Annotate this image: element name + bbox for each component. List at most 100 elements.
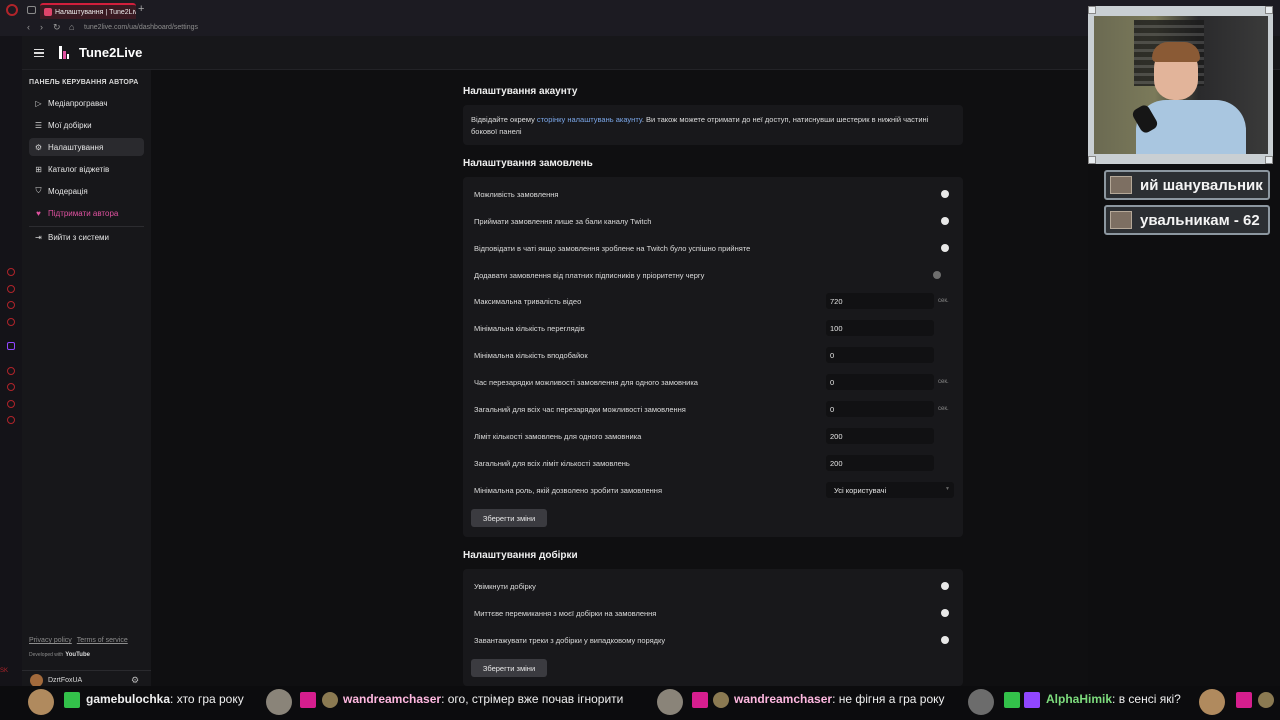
global-limit-input[interactable]: 200: [826, 455, 934, 471]
sidebar-item-logout[interactable]: ⇥ Вийти з системи: [29, 228, 144, 246]
twitch-icon[interactable]: [7, 342, 15, 350]
chat-avatar: [968, 689, 994, 715]
sk-icon: SK: [0, 668, 9, 674]
sidebar-item-settings[interactable]: ⚙ Налаштування: [29, 138, 144, 156]
goal-text: увальникам - 62: [1140, 212, 1260, 229]
chat-username: wandreamchaser: [343, 692, 442, 706]
max-duration-input[interactable]: 720: [826, 293, 934, 309]
sidebar-app-icon[interactable]: [7, 285, 15, 293]
account-settings-icon[interactable]: ⚙: [131, 675, 139, 686]
youtube-logo: YouTube: [65, 652, 90, 658]
account-settings-link[interactable]: сторінку налаштувань акаунту: [537, 115, 642, 124]
frame-corner: [1088, 156, 1096, 164]
setting-row: Увімкнути добірку: [474, 578, 954, 594]
setting-row: Завантажувати треки з добірки у випадков…: [474, 632, 954, 648]
history-icon[interactable]: [7, 383, 15, 391]
chat-reply-toggle[interactable]: [931, 242, 951, 254]
chat-text: в сенсі які?: [1118, 692, 1181, 706]
sidebar-item-moderation[interactable]: ⛉ Модерація: [29, 182, 144, 200]
browser-sidebar: [0, 36, 22, 686]
sidebar-item-label: Вийти з системи: [48, 232, 109, 242]
ordering-enabled-toggle[interactable]: [931, 188, 951, 200]
unit-label: сек.: [938, 406, 949, 412]
subscriber-priority-toggle[interactable]: [931, 269, 951, 281]
setting-row: Ліміт кількості замовлень для одного зам…: [474, 428, 954, 444]
back-icon[interactable]: ‹: [27, 22, 30, 32]
global-cooldown-input[interactable]: 0: [826, 401, 934, 417]
heart-badge-icon: [1236, 692, 1252, 708]
save-orders-button[interactable]: Зберегти зміни: [471, 509, 547, 527]
settings-icon[interactable]: [7, 416, 15, 424]
setting-row: Час перезарядки можливості замовлення дл…: [474, 374, 954, 390]
sword-badge-icon: [1258, 692, 1274, 708]
new-tab-button[interactable]: +: [138, 4, 144, 15]
list-icon: ☰: [34, 120, 43, 130]
app-title[interactable]: Tune2Live: [79, 45, 142, 60]
sidebar-item-widgets[interactable]: ⊞ Каталог віджетів: [29, 160, 144, 178]
setting-row: Мінімальна кількість переглядів 100: [474, 320, 954, 336]
playlist-settings-title: Налаштування добірки: [463, 550, 578, 561]
setting-label: Додавати замовлення від платних підписни…: [474, 270, 705, 280]
min-role-select[interactable]: Усі користувачі ▼: [826, 482, 954, 498]
chat-text: хто гра року: [176, 692, 244, 706]
developed-with-text: Developed with: [29, 652, 64, 658]
alert-text: ий шанувальник: [1140, 177, 1263, 194]
heart-badge-icon: [300, 692, 316, 708]
chat-avatar: [28, 689, 54, 715]
instant-switch-toggle[interactable]: [931, 607, 951, 619]
favicon-icon: [44, 8, 52, 16]
min-role-value: Усі користувачі: [834, 485, 887, 495]
user-cooldown-input[interactable]: 0: [826, 374, 934, 390]
sidebar-app-icon[interactable]: [7, 318, 15, 326]
channel-points-only-toggle[interactable]: [931, 215, 951, 227]
browser-logo-icon[interactable]: [6, 4, 18, 16]
sidebar-item-label: Каталог віджетів: [48, 164, 110, 174]
setting-row: Приймати замовлення лише за бали каналу …: [474, 213, 954, 229]
chat-username: gamebulochka: [86, 692, 171, 706]
setting-row: Можливість замовлення: [474, 186, 954, 202]
sidebar-app-icon[interactable]: [7, 367, 15, 375]
terms-link[interactable]: Terms of service: [77, 637, 128, 644]
sidebar-item-support[interactable]: ♥ Підтримати автора: [29, 204, 144, 222]
sidebar-item-label: Підтримати автора: [48, 208, 119, 218]
sidebar-app-icon[interactable]: [7, 301, 15, 309]
chat-message: wandreamchaser: не фігня а гра року: [734, 692, 945, 706]
heart-badge-icon: [692, 692, 708, 708]
sidebar-item-label: Медіапрогравач: [48, 98, 108, 108]
menu-icon[interactable]: [34, 49, 44, 57]
sword-badge-icon: [322, 692, 338, 708]
setting-label: Увімкнути добірку: [474, 581, 536, 591]
setting-label: Завантажувати треки з добірки у випадков…: [474, 635, 666, 645]
url-text[interactable]: tune2live.com/ua/dashboard/settings: [84, 24, 198, 31]
playlist-enabled-toggle[interactable]: [931, 580, 951, 592]
tabs-icon[interactable]: [27, 6, 36, 14]
chat-message: AlphaHimik: в сенсі які?: [1046, 692, 1181, 706]
user-limit-input[interactable]: 200: [826, 428, 934, 444]
sidebar-item-media-player[interactable]: ▷ Медіапрогравач: [29, 94, 144, 112]
privacy-link[interactable]: Privacy policy: [29, 637, 72, 644]
screen: { "browser": { "tab_title": "Налаштуванн…: [0, 0, 1280, 720]
shuffle-toggle[interactable]: [931, 634, 951, 646]
chest-icon: [1110, 211, 1132, 229]
chat-message: gamebulochka: хто гра року: [86, 692, 244, 706]
save-playlist-button[interactable]: Зберегти зміни: [471, 659, 547, 677]
unit-label: сек.: [938, 298, 949, 304]
account-info-text: Відвідайте окрему: [471, 115, 537, 124]
footer-links: Privacy policy Terms of service: [29, 637, 133, 644]
browser-tab[interactable]: Налаштування | Tune2Live: [40, 3, 136, 19]
min-views-input[interactable]: 100: [826, 320, 934, 336]
sidebar-app-icon[interactable]: [7, 268, 15, 276]
min-likes-input[interactable]: 0: [826, 347, 934, 363]
tab-title: Налаштування | Tune2Live: [55, 8, 136, 16]
lock-icon: ⌂: [69, 22, 75, 32]
account-settings-title: Налаштування акаунту: [463, 86, 578, 97]
setting-row: Додавати замовлення від платних підписни…: [474, 267, 954, 283]
grid-icon: ⊞: [35, 164, 42, 174]
reload-icon[interactable]: ↻: [53, 22, 61, 32]
sidebar-app-icon[interactable]: [7, 400, 15, 408]
setting-label: Приймати замовлення лише за бали каналу …: [474, 216, 652, 226]
forward-icon[interactable]: ›: [40, 22, 43, 32]
sidebar-item-playlists[interactable]: ☰ Мої добірки: [29, 116, 144, 134]
chevron-down-icon: ▼: [945, 486, 950, 492]
frame-corner: [1088, 6, 1096, 14]
